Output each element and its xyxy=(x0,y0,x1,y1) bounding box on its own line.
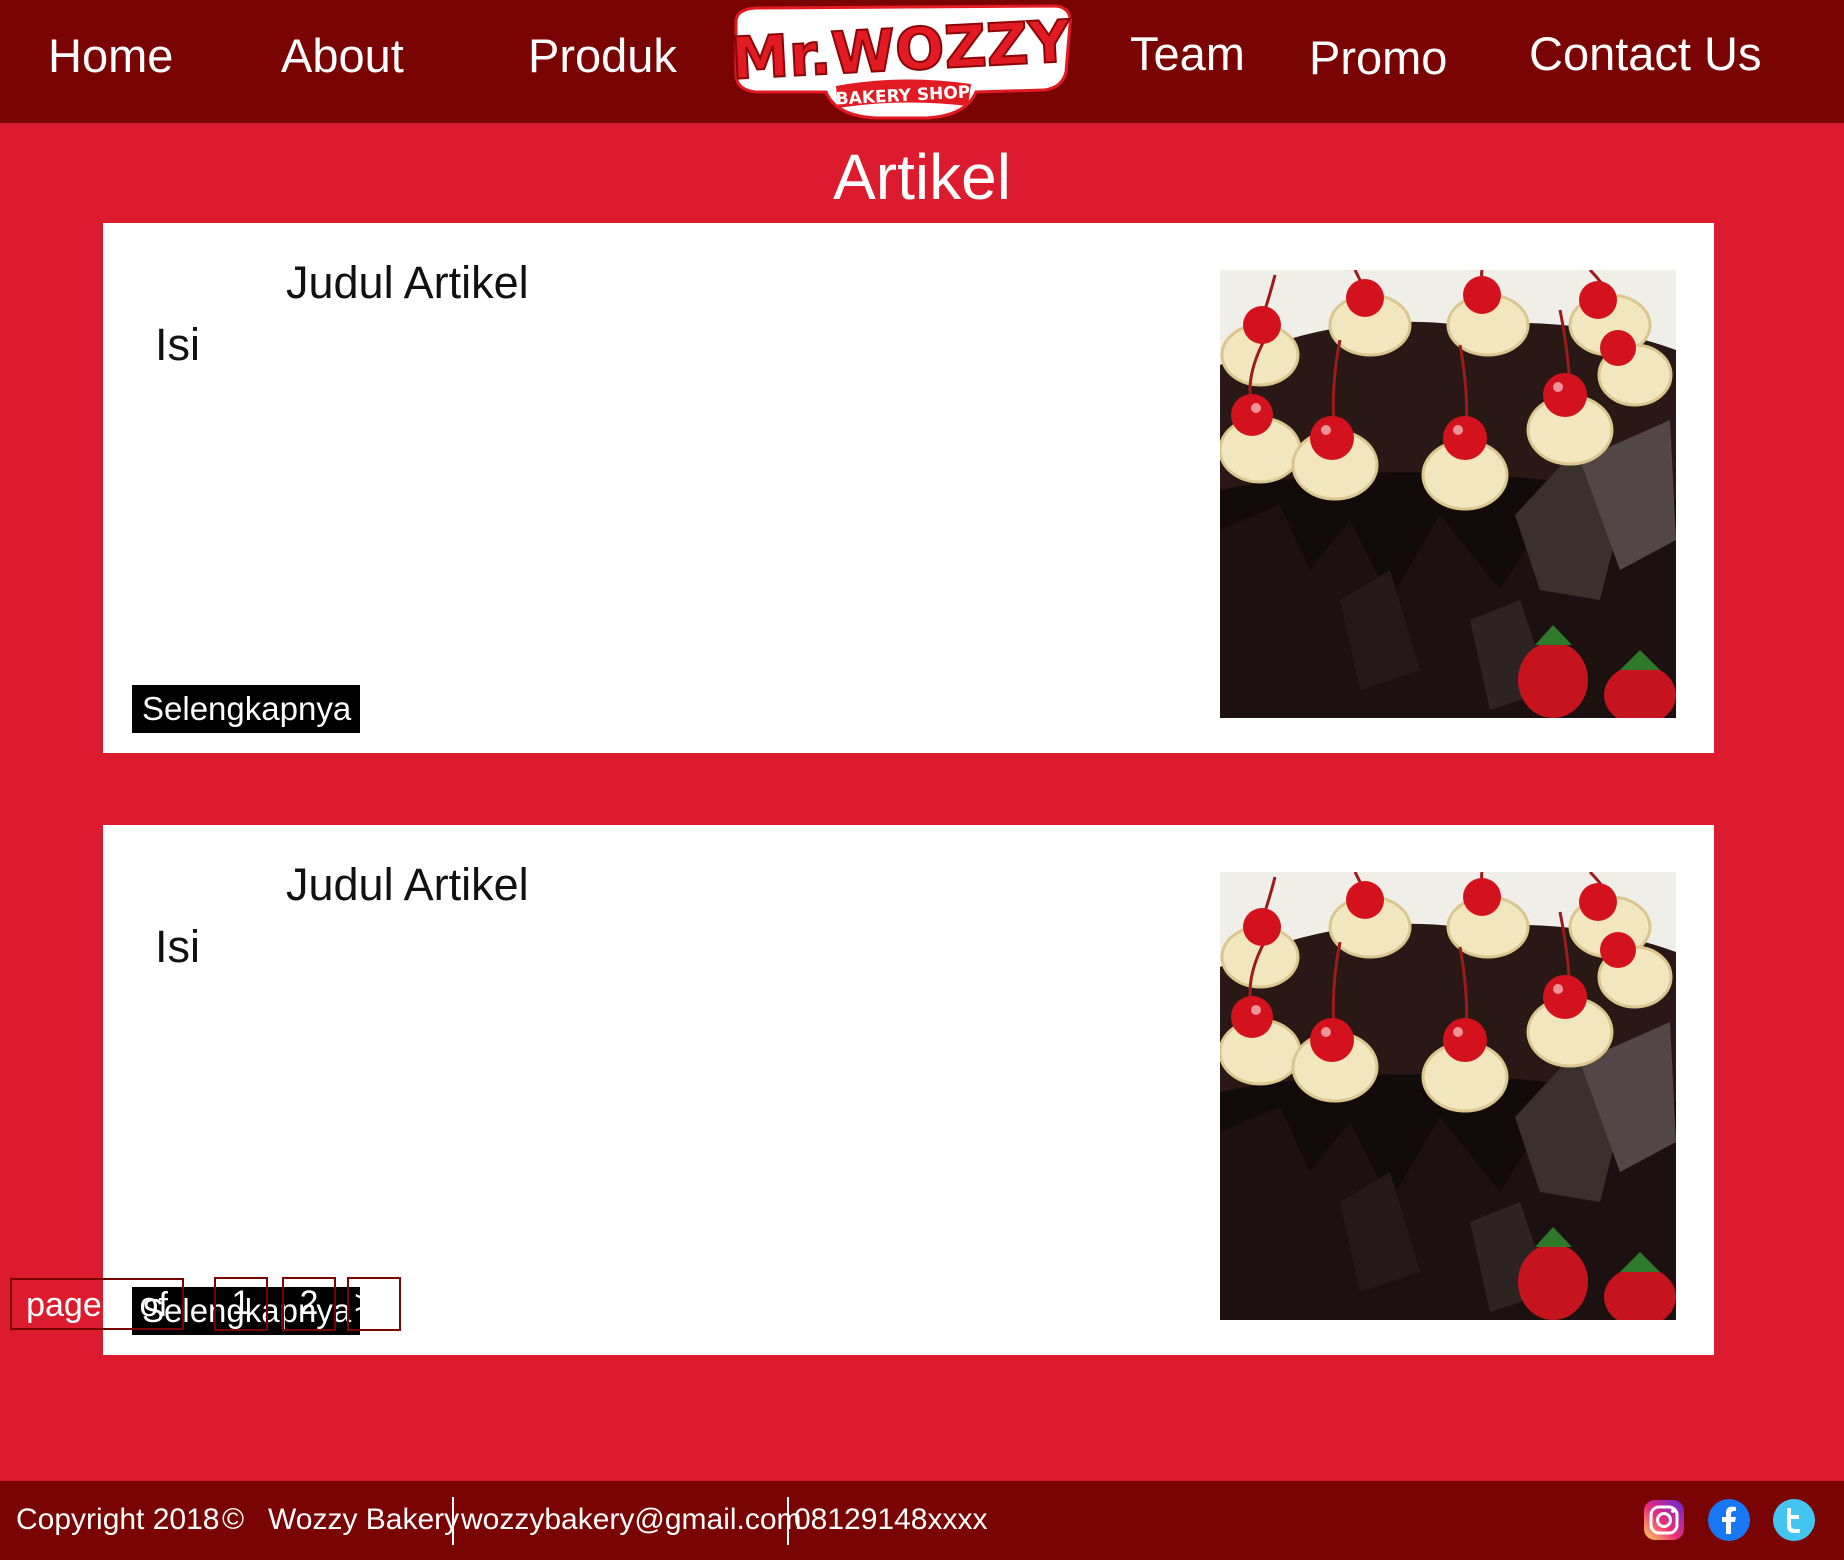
nav-item-home[interactable]: Home xyxy=(48,26,173,86)
instagram-icon[interactable] xyxy=(1642,1498,1686,1542)
nav-item-about[interactable]: About xyxy=(281,26,404,86)
page-title: Artikel xyxy=(833,141,1011,213)
footer-email[interactable]: wozzybakery@gmail.com xyxy=(461,1499,802,1541)
article-card: Judul Artikel Isi Selengkapnya xyxy=(103,825,1714,1355)
page: Home About Produk Mr.WOZZY BAKERY SHOP T… xyxy=(0,0,1844,1560)
footer-divider xyxy=(452,1497,454,1545)
copyright-text: Copyright 2018 xyxy=(16,1503,220,1536)
page-indicator: page 1 of xyxy=(10,1278,184,1330)
black-forest-cake-image xyxy=(1220,270,1676,718)
nav-item-contact-us[interactable]: Contact Us xyxy=(1529,24,1761,84)
mr-wozzy-logo[interactable]: Mr.WOZZY BAKERY SHOP xyxy=(726,4,1076,122)
nav-item-promo[interactable]: Promo xyxy=(1309,28,1447,88)
company-name: Wozzy Bakery xyxy=(268,1503,460,1536)
black-forest-cake-image xyxy=(1220,872,1676,1320)
facebook-icon[interactable] xyxy=(1707,1498,1751,1542)
footer: Copyright 2018 © Wozzy Bakery wozzybaker… xyxy=(0,1481,1844,1560)
page-button-1[interactable]: 1 xyxy=(214,1277,268,1331)
article-title: Judul Artikel xyxy=(286,257,529,308)
twitter-icon[interactable] xyxy=(1772,1498,1816,1542)
nav-item-produk[interactable]: Produk xyxy=(528,26,677,86)
article-body: Isi xyxy=(155,319,200,370)
footer-divider xyxy=(787,1497,789,1545)
copyright-icon: © xyxy=(222,1503,245,1536)
read-more-button[interactable]: Selengkapnya xyxy=(132,685,360,733)
article-card: Judul Artikel Isi Selengkapnya xyxy=(103,223,1714,753)
main-content: Artikel Judul Artikel Isi Selengkapnya J… xyxy=(0,123,1844,1481)
article-title: Judul Artikel xyxy=(286,859,529,910)
article-body: Isi xyxy=(155,921,200,972)
top-nav: Home About Produk Mr.WOZZY BAKERY SHOP T… xyxy=(0,0,1844,123)
page-button-2[interactable]: 2 xyxy=(282,1277,336,1331)
next-page-button[interactable]: >> xyxy=(347,1277,401,1331)
nav-item-team[interactable]: Team xyxy=(1130,24,1245,84)
footer-phone: 08129148xxxx xyxy=(794,1503,988,1536)
